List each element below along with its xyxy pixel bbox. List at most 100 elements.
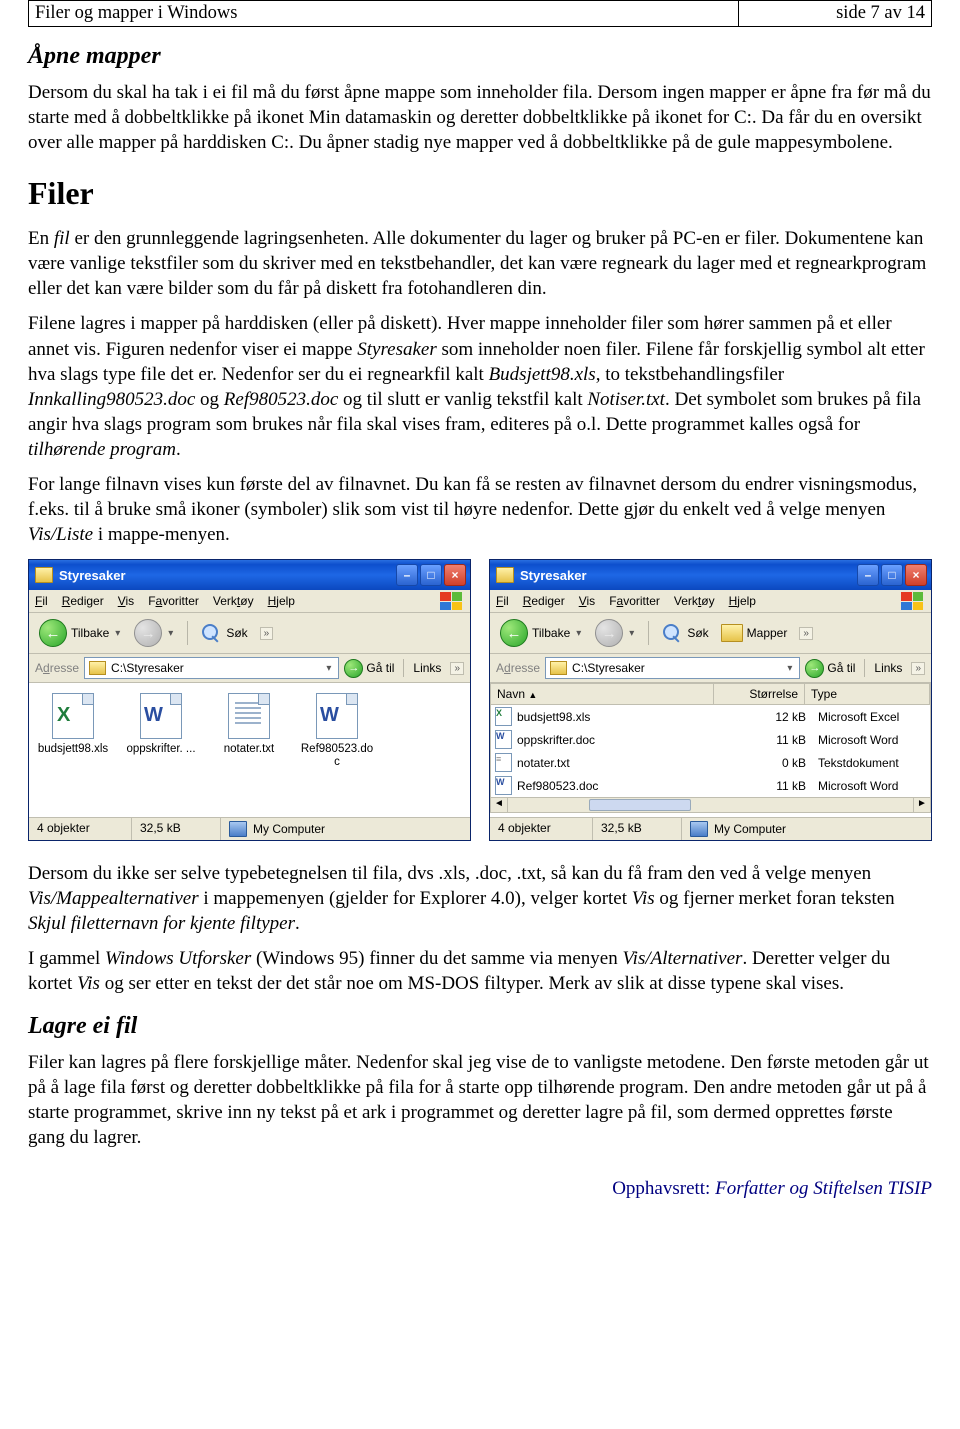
links-overflow[interactable]: » xyxy=(450,662,464,675)
folder-icon xyxy=(496,567,514,583)
address-input[interactable]: C:\Styresaker ▾ xyxy=(84,657,339,679)
menu-vis[interactable]: Vis xyxy=(579,594,595,608)
list-item[interactable]: ≡notater.txt 0 kB Tekstdokument xyxy=(491,751,930,774)
menubar: Fil Rediger Vis Favoritter Verktøy Hjelp xyxy=(490,590,931,613)
search-button[interactable]: Søk xyxy=(657,620,712,646)
excel-file-icon: X xyxy=(495,707,512,726)
minimize-button[interactable]: – xyxy=(857,564,879,586)
menubar: Fil Rediger Vis Favoritter Verktøy Hjelp xyxy=(29,590,470,613)
scroll-left-icon[interactable]: ◄ xyxy=(491,798,508,812)
back-arrow-icon: ← xyxy=(39,619,67,647)
excel-file-icon xyxy=(52,693,94,739)
menu-favoritter[interactable]: Favoritter xyxy=(609,594,660,608)
status-objects: 4 objekter xyxy=(29,818,132,840)
statusbar: 4 objekter 32,5 kB My Computer xyxy=(490,817,931,840)
close-button[interactable]: × xyxy=(905,564,927,586)
forward-arrow-icon: → xyxy=(134,619,162,647)
file-item[interactable]: oppskrifter. ... xyxy=(125,693,197,756)
menu-favoritter[interactable]: Favoritter xyxy=(148,594,199,608)
go-arrow-icon: → xyxy=(805,659,824,678)
text-file-icon: ≡ xyxy=(495,753,512,772)
word-file-icon: W xyxy=(495,730,512,749)
scroll-thumb[interactable] xyxy=(589,799,691,811)
back-button[interactable]: ← Tilbake ▾ xyxy=(496,617,587,649)
chevron-down-icon: ▾ xyxy=(629,628,634,639)
horizontal-scrollbar[interactable]: ◄ ► xyxy=(490,798,931,813)
file-pane[interactable]: budsjett98.xls oppskrifter. ... notater.… xyxy=(29,683,470,817)
explorer-window-icons: Styresaker – □ × Fil Rediger Vis Favorit… xyxy=(28,559,471,841)
scroll-right-icon[interactable]: ► xyxy=(913,798,930,812)
address-label: Adresse xyxy=(496,661,540,675)
links-label[interactable]: Links xyxy=(413,661,441,675)
folders-button[interactable]: Mapper xyxy=(717,622,792,644)
go-button[interactable]: → Gå til xyxy=(344,659,394,678)
statusbar: 4 objekter 32,5 kB My Computer xyxy=(29,817,470,840)
para-filer-1: En fil er den grunnleggende lagringsenhe… xyxy=(28,226,932,301)
computer-icon xyxy=(690,821,708,837)
menu-hjelp[interactable]: Hjelp xyxy=(268,594,295,608)
chevron-down-icon: ▾ xyxy=(168,628,173,639)
address-label: Adresse xyxy=(35,661,79,675)
status-size: 32,5 kB xyxy=(132,818,221,840)
forward-button[interactable]: → ▾ xyxy=(130,617,179,649)
para-lagre: Filer kan lagres på flere forskjellige m… xyxy=(28,1050,932,1150)
para-after-2: I gammel Windows Utforsker (Windows 95) … xyxy=(28,946,932,996)
list-item[interactable]: Woppskrifter.doc 11 kB Microsoft Word xyxy=(491,728,930,751)
search-button[interactable]: Søk xyxy=(196,620,251,646)
maximize-button[interactable]: □ xyxy=(881,564,903,586)
menu-rediger[interactable]: Rediger xyxy=(62,594,104,608)
titlebar[interactable]: Styresaker – □ × xyxy=(29,560,470,590)
menu-verktoy[interactable]: Verktøy xyxy=(674,594,715,608)
file-item[interactable]: Ref980523.doc xyxy=(301,693,373,768)
forward-button[interactable]: → ▾ xyxy=(591,617,640,649)
list-item[interactable]: Xbudsjett98.xls 12 kB Microsoft Excel xyxy=(491,705,930,728)
heading-filer: Filer xyxy=(28,175,932,212)
go-button[interactable]: → Gå til xyxy=(805,659,855,678)
word-file-icon xyxy=(316,693,358,739)
heading-lagre-fil: Lagre ei fil xyxy=(28,1013,932,1040)
window-title: Styresaker xyxy=(520,568,855,583)
menu-vis[interactable]: Vis xyxy=(118,594,134,608)
status-size: 32,5 kB xyxy=(593,818,682,840)
file-item[interactable]: notater.txt xyxy=(213,693,285,756)
para-apne: Dersom du skal ha tak i ei fil må du før… xyxy=(28,80,932,155)
list-header[interactable]: Navn ▲ Størrelse Type xyxy=(490,683,931,705)
menu-verktoy[interactable]: Verktøy xyxy=(213,594,254,608)
toolbar-overflow[interactable]: » xyxy=(260,627,274,640)
col-size[interactable]: Størrelse xyxy=(714,684,805,704)
go-arrow-icon: → xyxy=(344,659,363,678)
maximize-button[interactable]: □ xyxy=(420,564,442,586)
status-location: My Computer xyxy=(221,818,470,840)
toolbar-overflow[interactable]: » xyxy=(799,627,813,640)
col-name[interactable]: Navn ▲ xyxy=(491,684,714,704)
menu-rediger[interactable]: Rediger xyxy=(523,594,565,608)
addressbar: Adresse C:\Styresaker ▾ → Gå til Links » xyxy=(490,654,931,683)
windows-flag-icon xyxy=(901,592,923,610)
links-label[interactable]: Links xyxy=(874,661,902,675)
file-item[interactable]: budsjett98.xls xyxy=(37,693,109,756)
explorer-window-list: Styresaker – □ × Fil Rediger Vis Favorit… xyxy=(489,559,932,841)
file-pane[interactable]: Navn ▲ Størrelse Type Xbudsjett98.xls 12… xyxy=(490,683,931,817)
back-button[interactable]: ← Tilbake ▾ xyxy=(35,617,126,649)
list-item[interactable]: WRef980523.doc 11 kB Microsoft Word xyxy=(491,774,930,797)
toolbar: ← Tilbake ▾ → ▾ Søk » xyxy=(29,613,470,654)
menu-fil[interactable]: Fil xyxy=(35,594,48,608)
menu-fil[interactable]: Fil xyxy=(496,594,509,608)
word-file-icon xyxy=(140,693,182,739)
col-type[interactable]: Type xyxy=(805,684,930,704)
links-overflow[interactable]: » xyxy=(911,662,925,675)
close-button[interactable]: × xyxy=(444,564,466,586)
menu-hjelp[interactable]: Hjelp xyxy=(729,594,756,608)
status-objects: 4 objekter xyxy=(490,818,593,840)
chevron-down-icon[interactable]: ▾ xyxy=(323,663,334,674)
chevron-down-icon[interactable]: ▾ xyxy=(784,663,795,674)
heading-apne-mapper: Åpne mapper xyxy=(28,43,932,70)
para-filer-3: For lange filnavn vises kun første del a… xyxy=(28,472,932,547)
para-after-1: Dersom du ikke ser selve typebetegnelsen… xyxy=(28,861,932,936)
minimize-button[interactable]: – xyxy=(396,564,418,586)
titlebar[interactable]: Styresaker – □ × xyxy=(490,560,931,590)
folder-icon xyxy=(35,567,53,583)
address-input[interactable]: C:\Styresaker ▾ xyxy=(545,657,800,679)
window-title: Styresaker xyxy=(59,568,394,583)
forward-arrow-icon: → xyxy=(595,619,623,647)
